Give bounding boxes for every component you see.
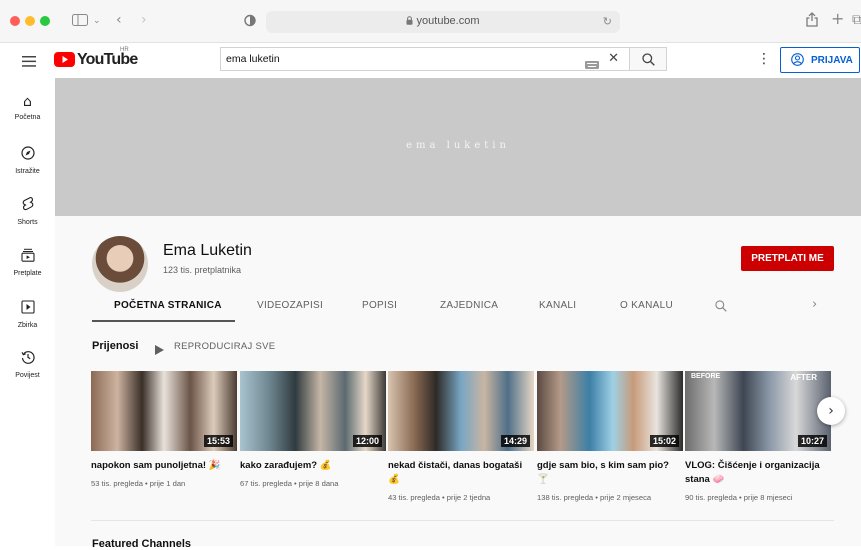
video-meta-1: 53 tis. pregleda • prije 1 dan [91,479,186,488]
search-input[interactable]: ema luketin ✕ [220,47,630,71]
video-duration: 12:00 [352,435,382,447]
more-options-icon[interactable]: ⋮ [757,52,771,66]
video-meta-4: 138 tis. pregleda • prije 2 mjeseca [537,493,652,502]
tab-home[interactable]: POČETNA STRANICA [114,300,222,311]
video-meta-5: 90 tis. pregleda • prije 8 mjeseci [685,493,793,502]
tab-videos[interactable]: VIDEOZAPISI [257,300,323,311]
video-title-3[interactable]: nekad čistači, danas bogataši 💰 [388,459,534,487]
account-icon [791,53,804,69]
address-bar-url: youtube.com [416,15,480,27]
video-thumbnail-5[interactable]: BEFORE AFTER 10:27 [685,371,831,451]
video-title-4[interactable]: gdje sam bio, s kim sam pio? 🍸 [537,459,683,487]
video-thumbnail-2[interactable]: 12:00 [240,371,386,451]
share-icon[interactable] [806,12,818,30]
video-title-1[interactable]: napokon sam punoljetna! 🎉 [91,459,237,473]
subscriber-count: 123 tis. pretplatnika [163,265,242,275]
search-icon [642,53,655,71]
play-icon [155,342,164,360]
channel-avatar[interactable] [92,236,148,292]
shorts-icon [0,196,55,215]
minimize-window-button[interactable] [25,16,35,26]
tab-overview-icon[interactable]: ⧉ [852,13,861,27]
lock-icon [406,15,416,27]
privacy-shield-icon[interactable] [244,14,256,30]
sidebar-toggle-icon[interactable] [72,14,88,29]
sidebar-item-history[interactable]: Povijest [0,350,55,379]
video-thumbnail-1[interactable]: 15:53 [91,371,237,451]
channel-search-icon[interactable] [715,299,727,317]
compass-icon [0,146,55,164]
before-label: BEFORE [691,373,721,380]
subscriptions-icon [0,248,55,266]
sidebar-item-library[interactable]: Zbirka [0,300,55,329]
video-thumbnail-4[interactable]: 15:02 [537,371,683,451]
sidebar-item-home[interactable]: ⌂ Početna [0,94,55,121]
search-query: ema luketin [226,53,280,65]
back-arrow-icon[interactable]: ‹ [116,13,122,27]
video-duration: 15:53 [203,435,233,447]
sidebar-item-shorts[interactable]: Shorts [0,196,55,226]
library-icon [0,300,55,318]
forward-arrow-icon[interactable]: › [141,13,147,27]
video-thumbnail-3[interactable]: 14:29 [388,371,534,451]
sidebar-item-subscriptions[interactable]: Pretplate [0,248,55,277]
video-title-5[interactable]: VLOG: Čišćenje i organizacija stana 🧼 [685,459,831,487]
tab-community[interactable]: ZAJEDNICA [440,300,498,311]
chevron-down-icon[interactable]: ⌄ [93,14,101,28]
history-icon [0,350,55,368]
video-title-2[interactable]: kako zarađujem? 💰 [240,459,386,473]
video-meta-3: 43 tis. pregleda • prije 2 tjedna [388,493,491,502]
tab-playlists[interactable]: POPISI [362,300,397,311]
zoom-window-button[interactable] [40,16,50,26]
section-title: Prijenosi [92,340,139,352]
featured-channels-title: Featured Channels [92,538,192,550]
video-meta-2: 67 tis. pregleda • prije 8 dana [240,479,339,488]
section-divider [91,520,834,521]
video-duration: 10:27 [797,435,827,447]
new-tab-icon[interactable]: + [831,11,844,27]
home-icon: ⌂ [23,94,32,110]
shelf-next-button[interactable]: › [817,397,845,425]
sidebar-item-explore[interactable]: Istražite [0,146,55,175]
menu-icon[interactable] [22,54,36,72]
region-code: HR [120,47,129,53]
channel-banner: ema luketin [55,78,861,216]
subscribe-button[interactable]: PRETPLATI ME [741,246,834,271]
browser-toolbar: ⌄ ‹ › youtube.com ↻ + ⧉ [0,0,861,43]
tabs-next-icon[interactable]: › [812,298,817,312]
video-duration: 14:29 [500,435,530,447]
keyboard-icon[interactable] [585,56,599,74]
video-duration: 15:02 [649,435,679,447]
close-window-button[interactable] [10,16,20,26]
active-tab-indicator [92,320,235,322]
reload-icon[interactable]: ↻ [603,15,612,29]
banner-text: ema luketin [406,140,510,151]
address-bar[interactable]: youtube.com ↻ [266,11,620,33]
channel-name: Ema Luketin [163,242,252,259]
sidebar: ⌂ Početna Istražite Shorts Pretplate Zbi… [0,78,55,546]
clear-search-icon[interactable]: ✕ [608,52,619,66]
tab-channels[interactable]: KANALI [539,300,576,311]
tab-about[interactable]: O KANALU [620,300,673,311]
search-button[interactable] [629,47,667,71]
chevron-right-icon: › [828,403,834,419]
sign-in-button[interactable]: PRIJAVA [780,47,860,73]
after-label: AFTER [790,373,817,382]
